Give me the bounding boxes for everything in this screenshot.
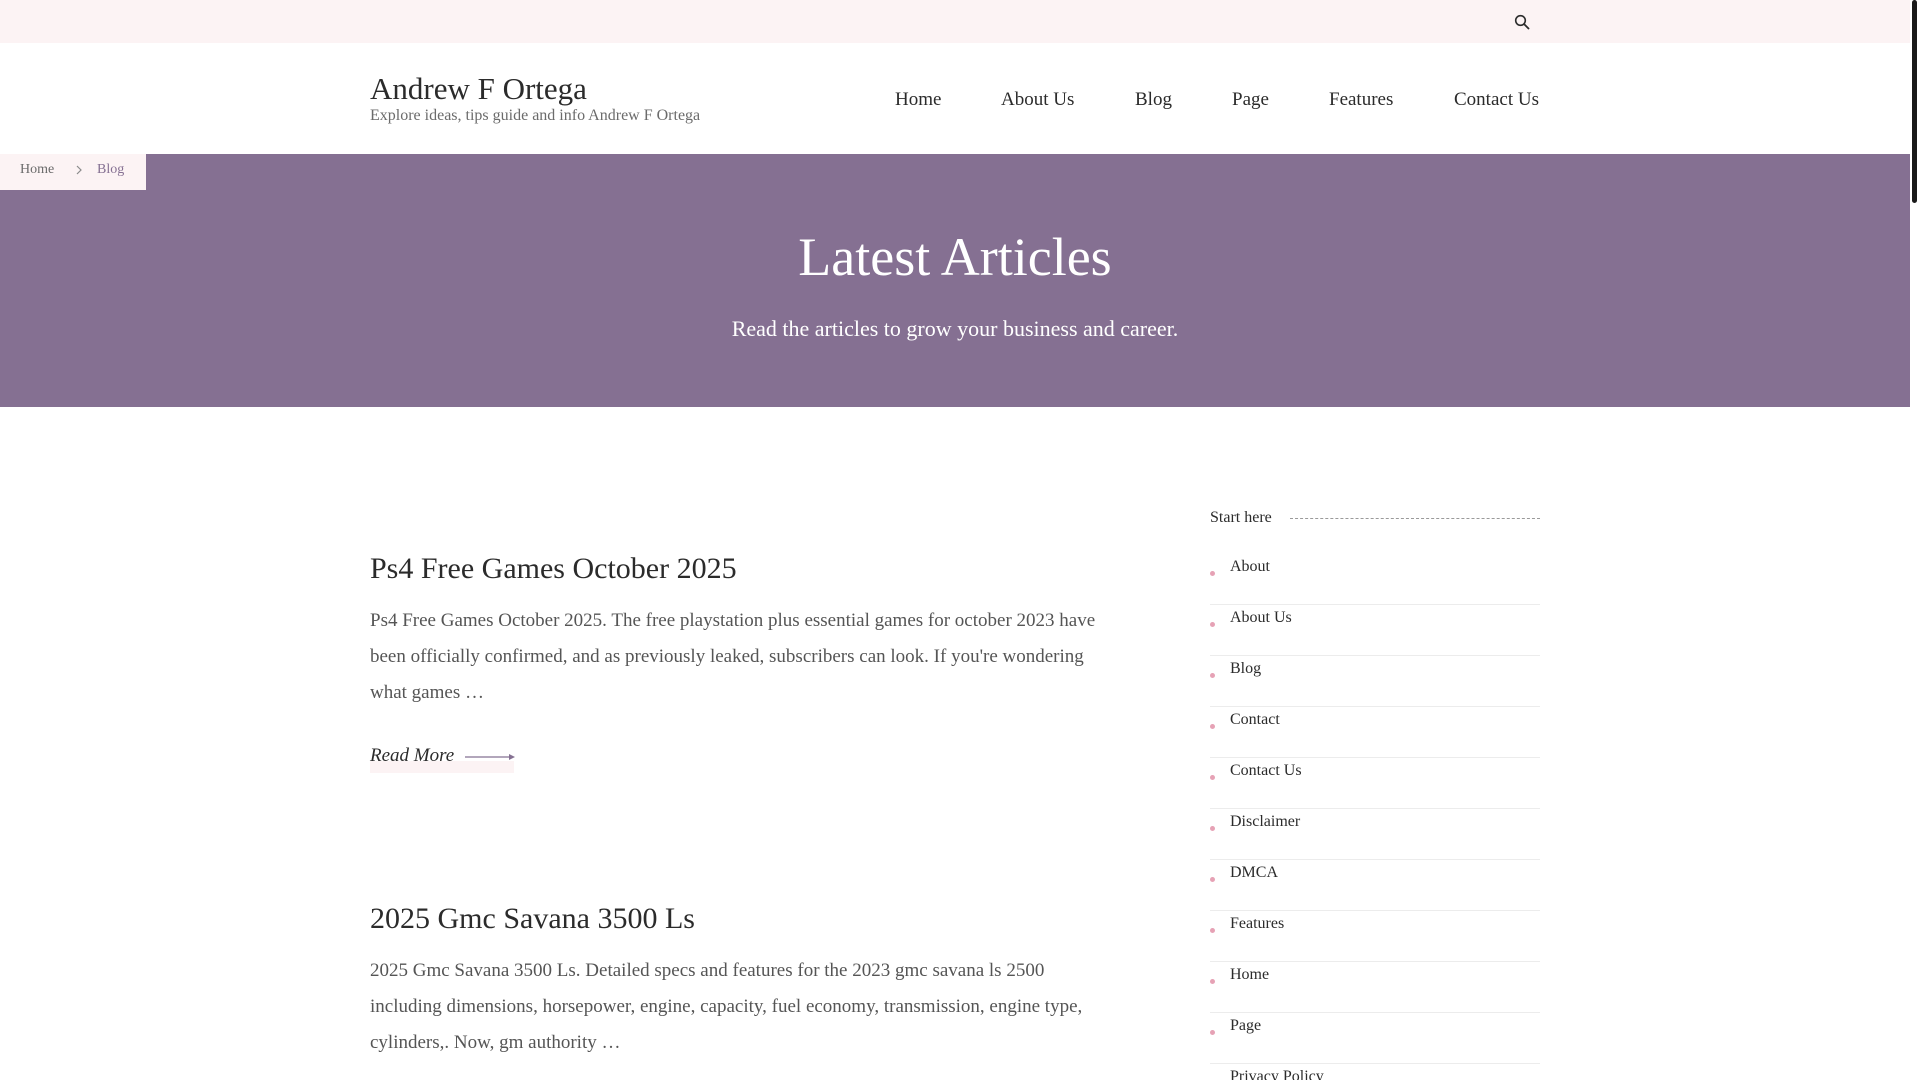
breadcrumb-current: Blog: [97, 162, 125, 177]
sidebar-item-label: Features: [1230, 915, 1285, 932]
nav-item-contact-us[interactable]: Contact Us: [1454, 89, 1539, 111]
sidebar-widget: Start here About About Us Blog Contact C…: [1210, 505, 1540, 1080]
sidebar-item-page[interactable]: Page: [1210, 1013, 1540, 1064]
sidebar-item-label: Blog: [1230, 660, 1262, 677]
bullet-icon: [1210, 673, 1215, 678]
site-tagline: Explore ideas, tips guide and info Andre…: [370, 107, 701, 124]
widget-title: Start here: [1210, 509, 1284, 527]
sidebar-item-label: Disclaimer: [1230, 813, 1301, 830]
bullet-icon: [1210, 775, 1215, 780]
sidebar-item-privacy-policy[interactable]: Privacy Policy: [1210, 1064, 1540, 1080]
sidebar-item-about-us[interactable]: About Us: [1210, 605, 1540, 656]
sidebar-item-label: About: [1230, 558, 1270, 575]
chevron-right-icon: [76, 165, 82, 175]
page-list: About About Us Blog Contact Contact Us D…: [1210, 554, 1540, 1080]
divider: [1290, 518, 1540, 519]
read-more-link[interactable]: Read More: [370, 743, 515, 773]
nav-item-blog[interactable]: Blog: [1135, 89, 1172, 111]
bullet-icon: [1210, 928, 1215, 933]
article-excerpt: Ps4 Free Games October 2025. The free pl…: [370, 610, 1096, 703]
article-title[interactable]: Ps4 Free Games October 2025: [370, 549, 1120, 589]
sidebar-item-features[interactable]: Features: [1210, 911, 1540, 962]
breadcrumb-home-link[interactable]: Home: [20, 162, 54, 178]
bullet-icon: [1210, 877, 1215, 882]
article-card: 2025 Gmc Savana 3500 Ls 2025 Gmc Savana …: [370, 899, 1120, 1061]
widget-header: Start here: [1210, 505, 1540, 533]
sidebar-item-home[interactable]: Home: [1210, 962, 1540, 1013]
sidebar-item-contact-us[interactable]: Contact Us: [1210, 758, 1540, 809]
site-header: Andrew F Ortega Explore ideas, tips guid…: [0, 43, 1910, 154]
bullet-icon: [1210, 724, 1215, 729]
bullet-icon: [1210, 826, 1215, 831]
scrollbar-thumb[interactable]: [1912, 0, 1917, 203]
page-subtitle: Read the articles to grow your business …: [731, 316, 1179, 341]
sidebar-item-label: Page: [1230, 1017, 1262, 1034]
sidebar-item-label: Home: [1230, 966, 1270, 983]
sidebar-item-label: Contact: [1230, 711, 1280, 728]
article-card: Ps4 Free Games October 2025 Ps4 Free Gam…: [370, 549, 1120, 773]
nav-item-features[interactable]: Features: [1329, 89, 1393, 111]
search-icon: [1514, 14, 1530, 30]
sidebar-item-label: Privacy Policy: [1230, 1068, 1324, 1080]
sidebar-item-about[interactable]: About: [1210, 554, 1540, 605]
sidebar-item-blog[interactable]: Blog: [1210, 656, 1540, 707]
article-title[interactable]: 2025 Gmc Savana 3500 Ls: [370, 899, 1120, 939]
arrow-right-icon: [465, 754, 515, 760]
bullet-icon: [1210, 622, 1215, 627]
bullet-icon: [1210, 979, 1215, 984]
bullet-icon: [1210, 571, 1215, 576]
read-more-label: Read More: [370, 745, 455, 766]
sidebar-item-label: Contact Us: [1230, 762, 1302, 779]
nav-item-home[interactable]: Home: [895, 89, 941, 111]
page-title: Latest Articles: [798, 227, 1112, 287]
sidebar-item-label: DMCA: [1230, 864, 1279, 881]
article-excerpt: 2025 Gmc Savana 3500 Ls. Detailed specs …: [370, 960, 1083, 1053]
site-title[interactable]: Andrew F Ortega: [370, 71, 587, 107]
nav-item-about-us[interactable]: About Us: [1001, 89, 1074, 111]
sidebar-item-disclaimer[interactable]: Disclaimer: [1210, 809, 1540, 860]
hero-banner: Home Blog Latest Articles Read the artic…: [0, 154, 1910, 407]
sidebar-item-contact[interactable]: Contact: [1210, 707, 1540, 758]
breadcrumb: Home Blog: [0, 154, 146, 190]
sidebar-item-label: About Us: [1230, 609, 1292, 626]
top-bar: [0, 0, 1910, 43]
sidebar-item-dmca[interactable]: DMCA: [1210, 860, 1540, 911]
nav-item-page[interactable]: Page: [1232, 89, 1269, 111]
bullet-icon: [1210, 1030, 1215, 1035]
search-button[interactable]: [1511, 11, 1533, 33]
